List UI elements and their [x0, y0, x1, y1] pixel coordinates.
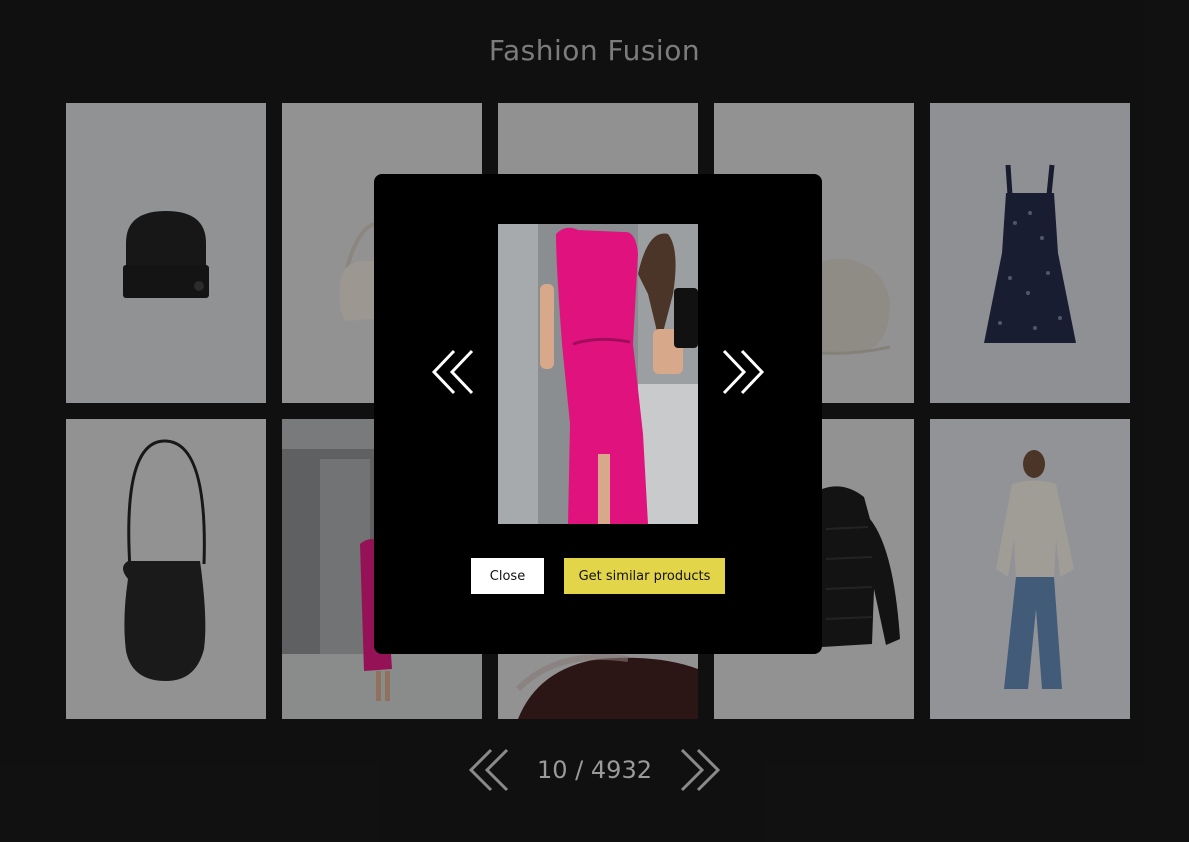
page-counter: 10 / 4932 [537, 756, 652, 784]
modal-previous-button[interactable] [430, 349, 476, 395]
close-button[interactable]: Close [471, 558, 544, 594]
product-modal: Close Get similar products [374, 174, 822, 654]
modal-actions: Close Get similar products [374, 558, 822, 594]
double-chevron-left-icon [431, 349, 474, 395]
double-chevron-left-icon [468, 748, 509, 792]
modal-next-button[interactable] [720, 349, 766, 395]
pink-dress-elevator-selfie-photo [498, 224, 698, 524]
modal-product-image [498, 224, 698, 524]
next-page-button[interactable] [678, 748, 722, 792]
pagination: 10 / 4932 [0, 748, 1189, 792]
previous-page-button[interactable] [467, 748, 511, 792]
double-chevron-right-icon [722, 349, 765, 395]
double-chevron-right-icon [680, 748, 721, 792]
get-similar-products-button[interactable]: Get similar products [564, 558, 725, 594]
